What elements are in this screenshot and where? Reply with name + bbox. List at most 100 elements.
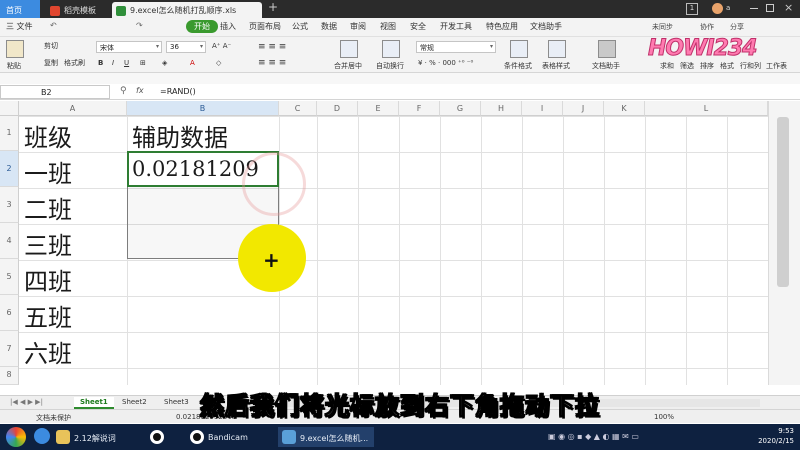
sheet-tab-1[interactable]: Sheet1 (74, 397, 114, 409)
font-size-select[interactable]: 36 ▾ (166, 41, 206, 53)
new-tab-button[interactable]: + (266, 0, 282, 16)
select-all-corner[interactable] (0, 101, 19, 116)
copy-button[interactable]: 复制 (44, 58, 58, 68)
task-folder[interactable]: 2.12解说词 (52, 427, 142, 447)
menu-special[interactable]: 特色应用 (486, 21, 518, 32)
sheet-tab-2[interactable]: Sheet2 (116, 397, 153, 407)
row-header-1[interactable]: 1 (0, 116, 19, 151)
font-name-select[interactable]: 宋体 ▾ (96, 41, 162, 53)
cell-A3[interactable]: 二班 (24, 190, 72, 225)
menu-page-layout[interactable]: 页面布局 (249, 21, 281, 32)
col-header-B[interactable]: B (127, 101, 279, 116)
number-format-select[interactable]: 常规 ▾ (416, 41, 496, 53)
col-header-L[interactable]: L (645, 101, 768, 116)
border-icon[interactable]: ⊞ (140, 59, 146, 67)
menu-formulas[interactable]: 公式 (292, 21, 308, 32)
maximize-button[interactable] (766, 4, 774, 12)
menu-developer[interactable]: 开发工具 (440, 21, 472, 32)
wrap-text-label[interactable]: 自动换行 (376, 61, 404, 71)
cell-A7[interactable]: 六班 (24, 334, 72, 369)
row-header-3[interactable]: 3 (0, 187, 19, 223)
menu-data[interactable]: 数据 (321, 21, 337, 32)
col-header-D[interactable]: D (317, 101, 358, 116)
format-label[interactable]: 格式 (720, 61, 734, 71)
cell-A5[interactable]: 四班 (24, 262, 72, 297)
cell-A1[interactable]: 班级 (24, 118, 72, 153)
start-icon[interactable] (6, 427, 26, 447)
col-header-C[interactable]: C (279, 101, 317, 116)
fill-color-icon[interactable]: ◈ (162, 59, 167, 67)
row-header-2[interactable]: 2 (0, 151, 19, 187)
col-header-K[interactable]: K (604, 101, 645, 116)
name-box[interactable]: B2 (0, 85, 110, 99)
cell-B2[interactable]: 0.02181209 (132, 157, 259, 181)
undo-icon[interactable]: ↶ (50, 21, 57, 30)
number-buttons[interactable]: ¥ · % · 000 ⁺⁰ ⁻⁰ (418, 59, 473, 67)
scroll-thumb[interactable] (777, 117, 789, 287)
vertical-scrollbar[interactable] (768, 101, 800, 385)
sum-label[interactable]: 求和 (660, 61, 674, 71)
doc-helper-label[interactable]: 文档助手 (592, 61, 620, 71)
share-button[interactable]: 分享 (730, 22, 744, 32)
italic-icon[interactable]: I (112, 59, 114, 67)
menu-review[interactable]: 审阅 (350, 21, 366, 32)
badge-count[interactable]: 1 (686, 3, 698, 15)
col-header-F[interactable]: F (399, 101, 440, 116)
sheet-nav-icon[interactable]: |◀ ◀ ▶ ▶| (4, 397, 49, 407)
cell-A6[interactable]: 五班 (24, 298, 72, 333)
cell-A2[interactable]: 一班 (24, 154, 72, 189)
tab-docer-templates[interactable]: 稻壳模板 (46, 2, 112, 18)
close-icon[interactable]: × (784, 1, 793, 14)
minimize-button[interactable] (750, 8, 758, 9)
sort-label[interactable]: 排序 (700, 61, 714, 71)
cut-button[interactable]: 剪切 (44, 41, 58, 51)
merge-center-icon[interactable] (340, 40, 358, 58)
row-header-5[interactable]: 5 (0, 259, 19, 295)
font-color-icon[interactable]: A (190, 59, 195, 67)
avatar[interactable] (712, 3, 723, 14)
row-col-label[interactable]: 行和列 (740, 61, 761, 71)
table-style-label[interactable]: 表格样式 (542, 61, 570, 71)
menu-file[interactable]: 三 文件 (6, 21, 33, 32)
system-tray[interactable]: ▣ ◉ ◎ ▪ ◆ ▲ ◐ ▦ ✉ ▭ (548, 432, 748, 442)
tab-workbook[interactable]: 9.excel怎么随机打乱顺序.xls (112, 2, 262, 18)
col-header-J[interactable]: J (563, 101, 604, 116)
conditional-format-icon[interactable] (510, 40, 528, 58)
filter-label[interactable]: 筛选 (680, 61, 694, 71)
row-header-4[interactable]: 4 (0, 223, 19, 259)
format-painter-button[interactable]: 格式刷 (64, 58, 85, 68)
bold-icon[interactable]: B (98, 59, 103, 67)
underline-icon[interactable]: U (124, 59, 129, 67)
row-header-6[interactable]: 6 (0, 295, 19, 331)
task-record[interactable] (146, 427, 186, 447)
wrap-text-icon[interactable] (382, 40, 400, 58)
clear-icon[interactable]: ◇ (216, 59, 221, 67)
zoom-icon[interactable]: ⚲ (120, 86, 127, 96)
tab-home[interactable]: 首页 (0, 0, 40, 18)
menu-start[interactable]: 开始 (186, 20, 218, 33)
menu-view[interactable]: 视图 (380, 21, 396, 32)
cell-B1[interactable]: 辅助数据 (132, 118, 228, 153)
clock[interactable]: 9:53 2020/2/15 (758, 426, 794, 446)
merge-center-label[interactable]: 合并居中 (334, 61, 362, 71)
paste-label[interactable]: 粘贴 (7, 61, 21, 71)
conditional-format-label[interactable]: 条件格式 (504, 61, 532, 71)
col-header-E[interactable]: E (358, 101, 399, 116)
col-header-H[interactable]: H (481, 101, 522, 116)
row-header-8[interactable]: 8 (0, 367, 19, 385)
col-header-G[interactable]: G (440, 101, 481, 116)
align-icons-2[interactable]: ≡ ≡ ≡ (258, 58, 286, 68)
redo-icon[interactable]: ↷ (136, 21, 143, 30)
menu-insert[interactable]: 插入 (220, 21, 236, 32)
cell-A4[interactable]: 三班 (24, 226, 72, 261)
doc-helper-icon[interactable] (598, 40, 616, 58)
formula-input[interactable]: =RAND() (156, 85, 800, 99)
sync-status[interactable]: 未同步 (652, 22, 673, 32)
paste-icon[interactable] (6, 40, 24, 58)
table-style-icon[interactable] (548, 40, 566, 58)
align-icons[interactable]: ≡ ≡ ≡ (258, 42, 286, 52)
task-bandicam[interactable]: Bandicam (186, 427, 276, 447)
col-header-I[interactable]: I (522, 101, 563, 116)
task-ie-icon[interactable] (34, 428, 50, 444)
menu-security[interactable]: 安全 (410, 21, 426, 32)
